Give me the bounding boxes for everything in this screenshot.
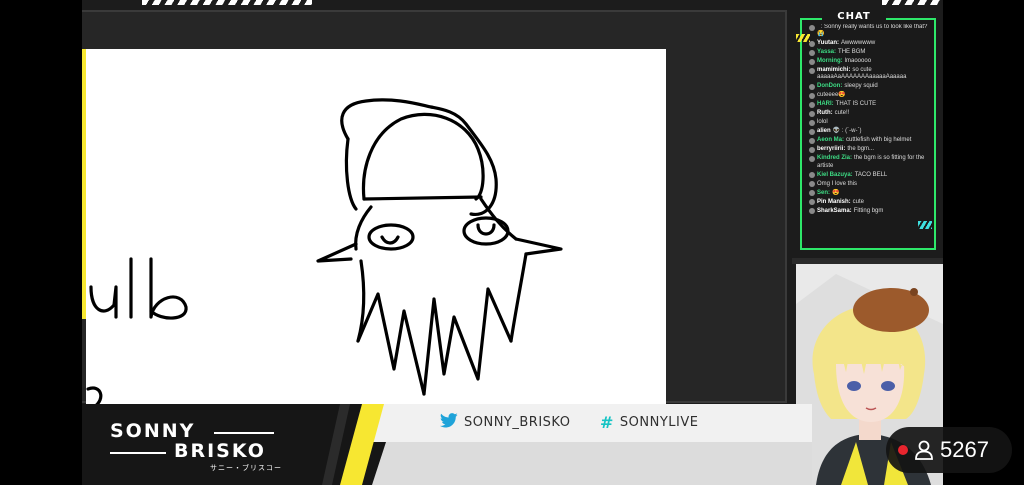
logo-katakana: サニー・ブリスコー <box>210 465 282 472</box>
chat-username[interactable]: Kindred Zia: <box>817 155 852 161</box>
squid-drawing <box>86 98 563 409</box>
letterbox-right <box>943 0 1024 485</box>
chat-avatar-icon <box>809 199 815 206</box>
chat-message-text: cuttlefish with big helmet <box>846 137 912 144</box>
top-stripe-decoration <box>142 0 312 5</box>
chat-avatar-icon <box>809 84 815 90</box>
chat-username[interactable]: Morning: <box>817 58 843 64</box>
drawing-canvas-frame <box>82 10 787 412</box>
chat-message-text: Omg I love this <box>817 180 858 187</box>
chat-avatar-icon <box>809 24 815 31</box>
banner-white-band <box>352 404 812 442</box>
chat-message: berryriirii: the bgm... <box>809 146 934 153</box>
chat-avatar-icon <box>809 138 815 144</box>
chat-avatar-icon <box>809 147 815 153</box>
chat-username[interactable]: Kiel Bazuya: <box>817 172 853 178</box>
logo-rule-top <box>214 432 274 434</box>
chat-username[interactable]: Yuutan: <box>817 40 839 46</box>
hashtag-icon: # <box>600 413 614 432</box>
chat-username[interactable]: mamimichi: <box>817 67 850 73</box>
chat-avatar-icon <box>809 129 815 135</box>
chat-message: mamimichi: so cute aaaaaAaAAAAAAAaaaaaAaa… <box>809 67 934 81</box>
viewer-count-pill: 5267 <box>886 427 1012 473</box>
person-icon <box>914 439 934 461</box>
chat-message: Yassa: THE BGM <box>809 49 934 56</box>
chat-message-text: ´ : Sonny really wants us to look like t… <box>817 24 928 38</box>
chat-message: Omg I love this <box>809 181 934 188</box>
stream-video[interactable]: CHAT ´ : Sonny really wants us to look l… <box>82 0 943 485</box>
twitter-handle-text: SONNY_BRISKO <box>464 415 571 430</box>
logo-name-line1: SONNY <box>110 420 196 442</box>
letterbox-left <box>0 0 82 485</box>
chat-avatar-icon <box>809 40 815 47</box>
chat-username[interactable]: HARI: <box>817 101 834 107</box>
chat-message-text: 👽 : (´-w-`) <box>832 128 862 135</box>
chat-username[interactable]: berryriirii: <box>817 146 845 152</box>
chat-message: lolol <box>809 119 934 126</box>
chat-message: Kiel Bazuya: TACO BELL <box>809 172 934 179</box>
chat-username[interactable]: Aeon Ma: <box>817 137 844 143</box>
chat-message-text: cute <box>852 198 865 205</box>
chat-message: cuteeee😍 <box>809 92 934 99</box>
chat-message-list[interactable]: ´ : Sonny really wants us to look like t… <box>809 24 934 248</box>
chat-message-text: lolol <box>817 119 828 126</box>
chat-avatar-icon <box>809 111 815 117</box>
chat-message: Kindred Zia: the bgm is so fitting for th… <box>809 155 934 169</box>
banner-grey-band <box>372 442 812 485</box>
chat-message-text: sleepy squid <box>844 83 878 90</box>
chat-message: SharkSama: Fitting bgm <box>809 208 934 215</box>
chat-avatar-icon <box>809 49 815 56</box>
chat-message-text: Fitting bgm <box>853 207 884 214</box>
chat-username[interactable]: Pin Manish: <box>817 199 851 205</box>
chat-message-text: 😍 <box>832 189 840 196</box>
chat-avatar-icon <box>809 67 815 74</box>
chat-message: Ruth: cute!! <box>809 110 934 117</box>
bird-icon <box>439 413 458 432</box>
logo-name-line2: BRISKO <box>174 440 266 462</box>
drawing-canvas <box>86 49 666 412</box>
hashtag-text: SONNYLIVE <box>619 415 699 430</box>
chat-username[interactable]: DonDon: <box>817 83 842 89</box>
chat-message: ´ : Sonny really wants us to look like t… <box>809 24 934 38</box>
chat-message: HARI: THAT IS CUTE <box>809 101 934 108</box>
chat-message: Pin Manish: cute <box>809 199 934 206</box>
chat-message-text: THE BGM <box>838 49 866 56</box>
chat-message: DonDon: sleepy squid <box>809 83 934 90</box>
logo-rule-bottom <box>110 452 166 454</box>
top-stripe-decoration-right <box>882 0 942 5</box>
chat-avatar-icon <box>809 172 815 179</box>
chat-message: alien 👽 : (´-w-`) <box>809 128 934 135</box>
chat-avatar-icon <box>809 93 815 99</box>
chat-message: Aeon Ma: cuttlefish with big helmet <box>809 137 934 144</box>
chat-username[interactable]: SharkSama: <box>817 208 852 214</box>
chat-message-text: cuteeee😍 <box>817 92 846 99</box>
chat-message-text: THAT IS CUTE <box>835 101 877 108</box>
chat-avatar-icon <box>809 120 815 126</box>
channel-logo: SONNY BRISKO サニー・ブリスコー <box>110 420 310 480</box>
chat-avatar-icon <box>809 181 815 188</box>
chat-username[interactable]: Yassa: <box>817 49 836 55</box>
chat-username[interactable]: alien <box>817 128 831 134</box>
chat-message-text: cute!! <box>834 110 850 117</box>
chat-avatar-icon <box>809 58 815 65</box>
chat-avatar-icon <box>809 102 815 108</box>
chat-message: Yuutan: Awwwwwww <box>809 40 934 47</box>
chat-message-text: the bgm... <box>847 146 875 153</box>
chat-avatar-icon <box>809 156 815 162</box>
chat-accent-left <box>796 34 810 42</box>
twitter-handle: SONNY_BRISKO <box>439 413 571 432</box>
chat-title: CHAT <box>822 10 886 24</box>
chat-message: Morning: lmaooooo <box>809 58 934 65</box>
chat-avatar-icon <box>809 208 815 215</box>
chat-avatar-icon <box>809 190 815 197</box>
chat-message-text: TACO BELL <box>854 171 888 178</box>
live-indicator-dot <box>898 445 908 455</box>
chat-message: Sen: 😍 <box>809 190 934 197</box>
chat-message-text: Awwwwwww <box>841 40 876 47</box>
viewer-count: 5267 <box>940 437 989 462</box>
stream-hashtag: # SONNYLIVE <box>600 413 698 432</box>
chat-username[interactable]: Ruth: <box>817 110 833 116</box>
chat-username[interactable]: Sen: <box>817 190 830 196</box>
chat-message-text: lmaooooo <box>844 58 872 65</box>
